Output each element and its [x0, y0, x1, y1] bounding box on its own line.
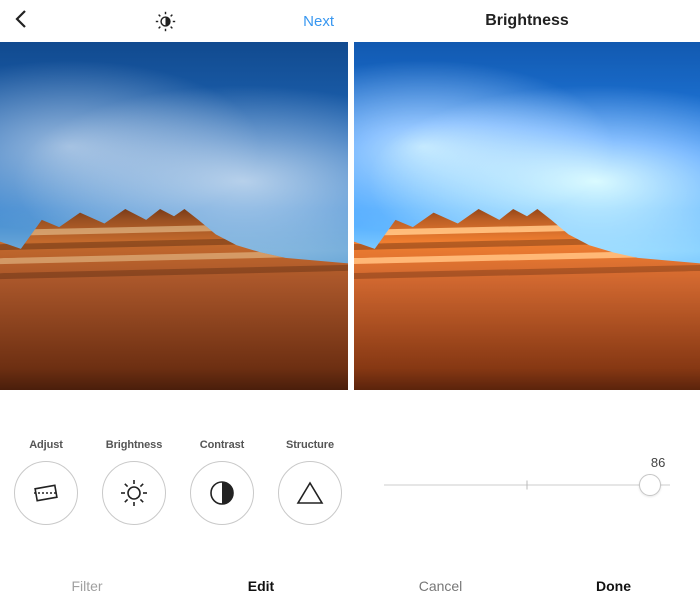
slider-value-label: 86	[376, 455, 678, 470]
tool-structure[interactable]: Structure	[266, 439, 354, 525]
action-row: Cancel Done	[354, 560, 700, 612]
tool-adjust[interactable]: Adjust	[2, 439, 90, 525]
tool-label: Brightness	[106, 439, 162, 451]
chevron-left-icon	[14, 9, 27, 29]
tab-filter[interactable]: Filter	[0, 578, 174, 594]
right-topbar: Brightness	[354, 0, 700, 42]
back-button[interactable]	[14, 9, 27, 33]
half-circle-icon	[190, 461, 254, 525]
photo-preview[interactable]	[0, 42, 348, 390]
tab-edit[interactable]: Edit	[174, 578, 348, 594]
page-title: Brightness	[485, 12, 569, 30]
tool-label: Structure	[286, 439, 334, 451]
slider-center-tick	[527, 480, 528, 489]
next-button[interactable]: Next	[303, 13, 334, 30]
slider-area: 86	[354, 390, 700, 560]
triangle-icon	[278, 461, 342, 525]
adjust-icon	[14, 461, 78, 525]
tool-label: Adjust	[29, 439, 63, 451]
brightness-screen: Brightness 86 Cancel Done	[354, 0, 700, 612]
sun-icon	[102, 461, 166, 525]
edit-screen: Next Adjust Brightness	[0, 0, 348, 612]
slider-thumb[interactable]	[639, 474, 661, 496]
left-topbar: Next	[0, 0, 348, 42]
lux-button[interactable]	[27, 11, 303, 32]
photo-preview[interactable]	[354, 42, 700, 390]
cancel-button[interactable]: Cancel	[354, 578, 527, 594]
brightness-slider[interactable]	[384, 474, 670, 496]
edit-tools-row[interactable]: Adjust Brightness	[0, 390, 348, 560]
half-sun-icon	[155, 11, 176, 32]
tool-contrast[interactable]: Contrast	[178, 439, 266, 525]
bottom-tabs: Filter Edit	[0, 560, 348, 612]
done-button[interactable]: Done	[527, 578, 700, 594]
tool-label: Contrast	[200, 439, 244, 451]
tool-brightness[interactable]: Brightness	[90, 439, 178, 525]
